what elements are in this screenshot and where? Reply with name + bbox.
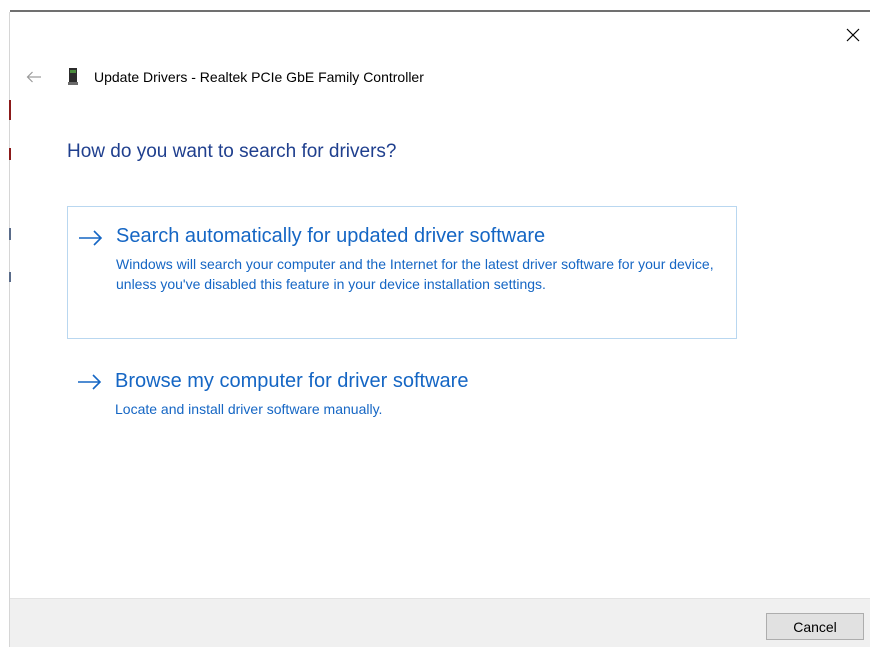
back-button[interactable]	[24, 68, 44, 86]
window-edge-mark	[9, 272, 11, 282]
window-edge-mark	[9, 100, 11, 120]
page-heading: How do you want to search for drivers?	[67, 141, 397, 162]
option-description: Locate and install driver software manua…	[115, 401, 383, 417]
search-automatically-option[interactable]: Search automatically for updated driver …	[67, 206, 737, 339]
close-button[interactable]	[842, 24, 864, 46]
option-title: Browse my computer for driver software	[115, 370, 469, 392]
right-arrow-icon	[79, 230, 103, 246]
window-edge-mark	[9, 228, 11, 240]
cancel-button[interactable]: Cancel	[766, 613, 864, 640]
option-description: Windows will search your computer and th…	[116, 256, 714, 292]
window-top-border	[10, 10, 870, 12]
option-title: Search automatically for updated driver …	[116, 225, 546, 247]
window-edge-mark	[9, 148, 11, 160]
right-arrow-icon	[78, 374, 102, 390]
dialog-title: Update Drivers - Realtek PCIe GbE Family…	[94, 69, 424, 85]
dialog-footer	[10, 598, 870, 647]
back-arrow-icon	[26, 71, 41, 83]
browse-computer-option[interactable]: Browse my computer for driver software L…	[67, 358, 737, 428]
update-drivers-dialog: Update Drivers - Realtek PCIe GbE Family…	[0, 0, 870, 647]
close-icon	[846, 28, 860, 42]
network-adapter-icon	[68, 68, 78, 85]
